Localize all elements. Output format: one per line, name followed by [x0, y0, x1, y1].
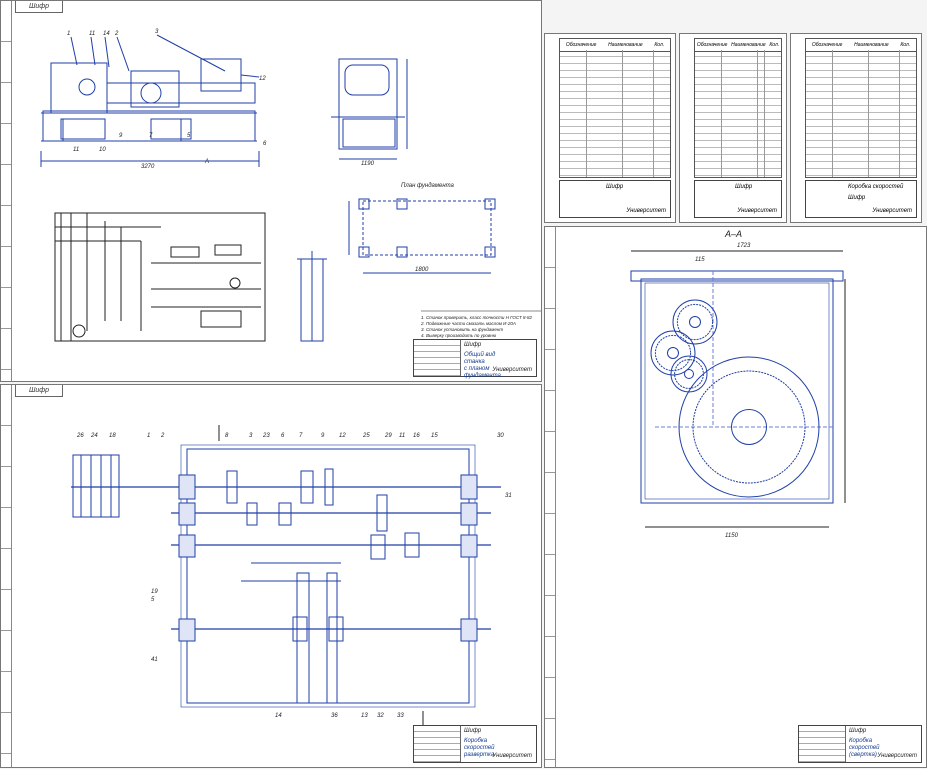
svg-text:11: 11	[399, 433, 405, 439]
spec-rows	[694, 50, 782, 178]
spec-sheet-2: Обозначение Наименование Кол. Шифр Униве…	[679, 33, 787, 223]
callout: 1	[67, 31, 70, 37]
svg-text:3: 3	[155, 29, 159, 35]
gear-3	[670, 355, 708, 393]
svg-text:19: 19	[151, 589, 158, 595]
svg-text:9: 9	[119, 133, 123, 139]
apron	[130, 70, 180, 108]
svg-text:29: 29	[384, 433, 392, 439]
svg-text:11: 11	[89, 31, 95, 37]
svg-text:115: 115	[695, 257, 705, 263]
svg-text:25: 25	[362, 433, 370, 439]
gear-layer	[650, 299, 820, 498]
section-drawing: 1723 115 1150 А–А	[630, 229, 846, 539]
side-width-dim: 1190	[361, 161, 375, 167]
svg-text:24: 24	[90, 433, 98, 439]
svg-text:1. Станок проверить, класс точ: 1. Станок проверить, класс точности Н ГО…	[421, 315, 533, 320]
gear-2	[650, 330, 696, 376]
svg-text:41: 41	[151, 657, 158, 663]
spec-title-block: Шифр Университет	[559, 180, 671, 218]
svg-text:9: 9	[321, 433, 325, 439]
spec-title-block: Коробка скоростей Шифр Университет	[805, 180, 917, 218]
svg-text:5: 5	[187, 133, 191, 139]
gear-pitch-1	[676, 303, 714, 341]
svg-text:13: 13	[361, 713, 368, 719]
svg-text:15: 15	[431, 433, 438, 439]
spec-sheet-1: Обозначение Наименование Кол. Шифр Униве…	[544, 33, 676, 223]
carriage-rail	[106, 82, 256, 104]
spec-rows	[559, 50, 671, 178]
title-block: Шифр Коробка скоростей развертка Универс…	[413, 725, 537, 763]
svg-text:2. Подвижные части смазать мас: 2. Подвижные части смазать маслом И-20А	[420, 321, 516, 326]
svg-text:14: 14	[103, 31, 110, 37]
svg-text:12: 12	[339, 433, 346, 439]
foundation-title: План фундамента	[401, 183, 455, 189]
organization: Университет	[877, 753, 917, 759]
organization: Университет	[492, 753, 532, 759]
drawing-code: Шифр	[464, 728, 482, 734]
svg-text:2: 2	[160, 433, 165, 439]
drawing-code: Шифр	[464, 342, 482, 348]
section-width-top: 1723	[737, 243, 751, 249]
foundation-plan	[362, 200, 492, 256]
gear-1	[672, 299, 718, 345]
sheet-gearbox-scan: Шифр 26 24 18 1 2 8 3 23 6 7 9 12 25 29 …	[0, 384, 542, 768]
svg-text:7: 7	[149, 133, 153, 139]
svg-text:2: 2	[114, 31, 119, 37]
spec-rows	[805, 50, 917, 178]
sheet-section: 1723 115 1150 А–А Шифр Коробка скоростей…	[544, 226, 927, 768]
pulley	[72, 454, 120, 518]
svg-text:14: 14	[275, 713, 282, 719]
sheet-general-view: Шифр 1 11 14 2 3 12 11 10 7 9 5 6 А 3270…	[0, 0, 542, 382]
svg-text:1: 1	[147, 433, 150, 439]
svg-text:8: 8	[225, 433, 229, 439]
gearbox-scan-drawing: 26 24 18 1 2 8 3 23 6 7 9 12 25 29 11 16…	[71, 425, 512, 725]
svg-text:4. Выверку производить по уров: 4. Выверку производить по уровню	[421, 333, 497, 338]
gear-hub-2	[667, 347, 679, 359]
svg-text:5: 5	[151, 597, 155, 603]
drawing-code: Шифр	[849, 728, 867, 734]
svg-text:7: 7	[299, 433, 303, 439]
svg-text:А: А	[204, 159, 209, 165]
gear-hub-1	[689, 316, 701, 328]
title-block: Шифр Общий вид станка с планом фундамент…	[413, 339, 537, 379]
svg-text:18: 18	[109, 433, 116, 439]
svg-text:31: 31	[505, 493, 512, 499]
svg-text:10: 10	[99, 147, 106, 153]
svg-text:3. Станок установить на фундам: 3. Станок установить на фундамент	[421, 327, 503, 332]
tailstock	[200, 58, 242, 92]
section-width-dim: 1150	[725, 533, 739, 539]
svg-text:32: 32	[377, 713, 384, 719]
svg-text:6: 6	[281, 433, 285, 439]
section-label: А–А	[724, 229, 742, 239]
svg-text:23: 23	[262, 433, 270, 439]
lathe-length-dim: 3270	[141, 164, 155, 170]
spec-sheet-3: Обозначение Наименование Кол. Коробка ск…	[790, 33, 922, 223]
callout: 26	[76, 433, 84, 439]
svg-text:11: 11	[73, 147, 79, 153]
side-view	[338, 58, 398, 150]
drawing-name: Общий вид станка с планом фундамента	[464, 352, 501, 379]
gear-hub-3	[684, 369, 694, 379]
svg-text:6: 6	[263, 141, 267, 147]
lathe-drawing: 1 11 14 2 3 12 11 10 7 9 5 6 А 3270 1190…	[40, 29, 541, 344]
spec-title-block: Шифр Университет	[694, 180, 782, 218]
organization: Университет	[492, 367, 532, 373]
foundation-width-dim: 1800	[415, 267, 429, 273]
svg-text:12: 12	[259, 76, 266, 82]
svg-text:33: 33	[397, 713, 404, 719]
svg-text:16: 16	[413, 433, 420, 439]
svg-text:36: 36	[331, 713, 338, 719]
svg-text:30: 30	[497, 433, 504, 439]
title-block: Шифр Коробка скоростей (свертка) Универс…	[798, 725, 922, 763]
svg-text:3: 3	[249, 433, 253, 439]
